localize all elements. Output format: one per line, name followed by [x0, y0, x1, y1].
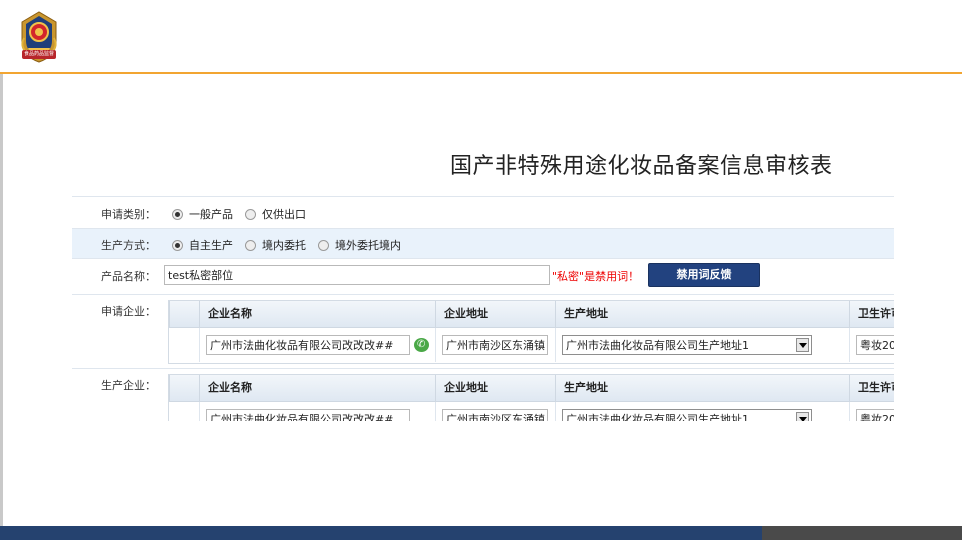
radio-domestic-contract[interactable] — [245, 239, 256, 251]
production-mode-options: 自主生产 境内委托 境外委托境内 — [172, 237, 409, 253]
radio-overseas-contract[interactable] — [318, 239, 329, 251]
radio-self-production[interactable] — [172, 239, 183, 251]
applicant-label: 申请企业： — [101, 305, 156, 318]
row-apply-category: 申请类别： 一般产品 仅供出口 — [72, 196, 894, 229]
producer-table-header: 企业名称 企业地址 生产地址 卫生许可 — [169, 375, 894, 402]
table-row: 广州市法曲化妆品有限公司改改改## 广州市南沙区东涌镇 广州市法曲化妆品有限公司… — [169, 402, 894, 421]
producer-col-address: 企业地址 — [435, 375, 555, 401]
row-applicant-enterprise: 申请企业： 企业名称 企业地址 生产地址 卫生许可 广州市法曲化妆品有限公司改改… — [72, 294, 894, 367]
apply-category-options: 一般产品 仅供出口 — [172, 206, 314, 222]
footer-bar-blue — [0, 526, 762, 540]
chevron-down-icon[interactable] — [796, 412, 809, 421]
apply-category-label: 申请类别： — [101, 208, 156, 221]
chevron-down-icon[interactable] — [796, 338, 809, 352]
producer-col-blank — [169, 375, 199, 401]
applicant-name-input[interactable]: 广州市法曲化妆品有限公司改改改## — [206, 335, 410, 355]
footer-bar-gray — [762, 526, 962, 540]
applicant-production-address-value: 广州市法曲化妆品有限公司生产地址1 — [566, 339, 749, 352]
producer-production-address-value: 广州市法曲化妆品有限公司生产地址1 — [566, 413, 749, 421]
left-border — [0, 74, 3, 526]
producer-address-input[interactable]: 广州市南沙区东涌镇 — [442, 409, 548, 421]
radio-general-product[interactable] — [172, 208, 183, 220]
applicant-license-input[interactable]: 粤妆201 — [856, 335, 894, 355]
applicant-address-input[interactable]: 广州市南沙区东涌镇 — [442, 335, 548, 355]
applicant-name-cell: 广州市法曲化妆品有限公司改改改## — [199, 328, 435, 362]
applicant-production-address-select[interactable]: 广州市法曲化妆品有限公司生产地址1 — [562, 335, 812, 355]
producer-production-address-select[interactable]: 广州市法曲化妆品有限公司生产地址1 — [562, 409, 812, 421]
applicant-production-address-cell: 广州市法曲化妆品有限公司生产地址1 — [555, 328, 849, 362]
producer-name-input[interactable]: 广州市法曲化妆品有限公司改改改## — [206, 409, 410, 421]
row-product-name: 产品名称： test私密部位 "私密"是禁用词！ 禁用词反馈 — [72, 258, 894, 295]
radio-export-only[interactable] — [245, 208, 256, 220]
product-name-label: 产品名称： — [101, 270, 156, 283]
forbidden-word-warning: "私密"是禁用词！ — [552, 270, 640, 283]
chat-icon[interactable] — [414, 338, 429, 352]
producer-col-production-address: 生产地址 — [555, 375, 849, 401]
top-header: 食品药品监督 — [0, 0, 962, 72]
page-title: 国产非特殊用途化妆品备案信息审核表 — [450, 154, 833, 179]
production-mode-label: 生产方式： — [101, 239, 156, 252]
table-row: 广州市法曲化妆品有限公司改改改## 广州市南沙区东涌镇 广州市法曲化妆品有限公司… — [169, 328, 894, 362]
row-production-mode: 生产方式： 自主生产 境内委托 境外委托境内 — [72, 228, 894, 259]
review-form: 申请类别： 一般产品 仅供出口 生产方式： 自主生产 境内委托 境外委托境内 产… — [72, 196, 894, 421]
producer-table: 企业名称 企业地址 生产地址 卫生许可 广州市法曲化妆品有限公司改改改## 广州… — [168, 374, 894, 421]
producer-name-cell: 广州市法曲化妆品有限公司改改改## — [199, 402, 435, 421]
applicant-license-cell: 粤妆201 — [849, 328, 894, 362]
producer-col-license: 卫生许可 — [849, 375, 894, 401]
applicant-col-blank — [169, 301, 199, 327]
producer-production-address-cell: 广州市法曲化妆品有限公司生产地址1 — [555, 402, 849, 421]
radio-overseas-contract-label[interactable]: 境外委托境内 — [335, 237, 401, 253]
producer-license-cell: 粤妆201 — [849, 402, 894, 421]
product-name-input[interactable]: test私密部位 — [164, 265, 550, 285]
radio-export-only-label[interactable]: 仅供出口 — [262, 206, 306, 222]
radio-general-product-label[interactable]: 一般产品 — [189, 206, 233, 222]
applicant-col-name: 企业名称 — [199, 301, 435, 327]
producer-label: 生产企业： — [101, 379, 156, 392]
applicant-col-license: 卫生许可 — [849, 301, 894, 327]
producer-license-input[interactable]: 粤妆201 — [856, 409, 894, 421]
emblem-caption: 食品药品监督 — [22, 50, 56, 59]
header-accent-line — [0, 72, 962, 74]
applicant-table-header: 企业名称 企业地址 生产地址 卫生许可 — [169, 301, 894, 328]
applicant-col-production-address: 生产地址 — [555, 301, 849, 327]
producer-address-cell: 广州市南沙区东涌镇 — [435, 402, 555, 421]
applicant-col-address: 企业地址 — [435, 301, 555, 327]
producer-col-name: 企业名称 — [199, 375, 435, 401]
radio-self-production-label[interactable]: 自主生产 — [189, 237, 233, 253]
radio-domestic-contract-label[interactable]: 境内委托 — [262, 237, 306, 253]
applicant-table: 企业名称 企业地址 生产地址 卫生许可 广州市法曲化妆品有限公司改改改## 广州… — [168, 300, 894, 364]
applicant-address-cell: 广州市南沙区东涌镇 — [435, 328, 555, 362]
forbidden-word-feedback-button[interactable]: 禁用词反馈 — [648, 263, 760, 287]
row-producer-enterprise: 生产企业： 企业名称 企业地址 生产地址 卫生许可 广州市法曲化妆品有限公司改改… — [72, 368, 894, 421]
